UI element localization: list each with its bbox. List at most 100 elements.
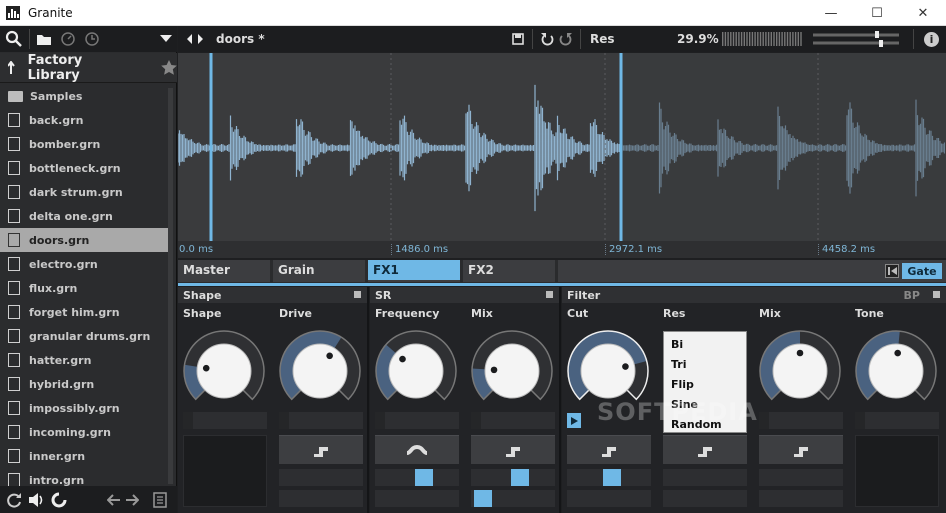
file-item[interactable]: hybrid.grn bbox=[0, 372, 170, 396]
refresh-icon[interactable] bbox=[5, 491, 23, 509]
slider-handle[interactable] bbox=[603, 469, 621, 486]
drive-knob[interactable] bbox=[278, 329, 362, 413]
slider-handle[interactable] bbox=[474, 490, 492, 507]
save-icon[interactable] bbox=[512, 33, 524, 45]
dropdown-option-flip[interactable]: Flip bbox=[664, 374, 746, 394]
step-shape-button[interactable] bbox=[663, 435, 747, 464]
file-label: impossibly.grn bbox=[29, 401, 120, 415]
file-item[interactable]: inner.grn bbox=[0, 444, 170, 468]
waveform[interactable] bbox=[178, 53, 946, 243]
mod-amount-slider[interactable] bbox=[279, 490, 363, 507]
library-header[interactable]: Factory Library bbox=[0, 53, 177, 83]
file-item[interactable]: granular drums.grn bbox=[0, 324, 170, 348]
close-button[interactable]: ✕ bbox=[900, 0, 946, 26]
previous-arrow-icon[interactable] bbox=[107, 493, 121, 506]
mod-play-icon[interactable] bbox=[567, 413, 581, 428]
step-shape-button[interactable] bbox=[567, 435, 651, 464]
mod-amount-slider[interactable] bbox=[375, 490, 459, 507]
dropdown-option-tri[interactable]: Tri bbox=[664, 354, 746, 374]
mod-amount-slider[interactable] bbox=[759, 490, 843, 507]
file-label: forget him.grn bbox=[29, 305, 120, 319]
folder-item-samples[interactable]: Samples bbox=[0, 84, 170, 108]
mod-slot[interactable] bbox=[375, 412, 459, 429]
file-item[interactable]: forget him.grn bbox=[0, 300, 170, 324]
shape-knob[interactable] bbox=[182, 329, 266, 413]
res-label[interactable]: Res bbox=[590, 32, 615, 46]
dropdown-option-bi[interactable]: Bi bbox=[664, 334, 746, 354]
sr-mix-mod-slider[interactable] bbox=[471, 469, 555, 486]
notes-icon[interactable] bbox=[153, 491, 167, 508]
file-item[interactable]: electro.grn bbox=[0, 252, 170, 276]
gate-toggle[interactable]: Gate bbox=[902, 263, 942, 279]
panel-enable-toggle[interactable] bbox=[354, 291, 361, 298]
panel-enable-toggle[interactable] bbox=[933, 291, 940, 298]
slider-handle[interactable] bbox=[415, 469, 433, 486]
sine-shape-button[interactable] bbox=[375, 435, 459, 464]
info-icon[interactable]: i bbox=[924, 31, 939, 47]
file-label: inner.grn bbox=[29, 449, 86, 463]
preset-name[interactable]: doors * bbox=[216, 32, 265, 46]
clock-icon[interactable] bbox=[60, 31, 76, 47]
file-list-scrollbar[interactable] bbox=[168, 88, 173, 484]
tone-knob[interactable] bbox=[854, 329, 938, 413]
step-shape-button[interactable] bbox=[471, 435, 555, 464]
minimize-button[interactable]: — bbox=[808, 0, 854, 26]
mod-amount-slider[interactable] bbox=[663, 469, 747, 486]
frequency-mod-slider[interactable] bbox=[375, 469, 459, 486]
file-item[interactable]: doors.grn bbox=[0, 228, 170, 252]
file-icon bbox=[8, 425, 20, 439]
mod-slot[interactable] bbox=[471, 412, 555, 429]
file-item[interactable]: incoming.grn bbox=[0, 420, 170, 444]
file-item[interactable]: flux.grn bbox=[0, 276, 170, 300]
mod-slot[interactable] bbox=[759, 412, 843, 429]
preset-prev-next-icon[interactable] bbox=[186, 33, 204, 45]
tab-grain[interactable]: Grain bbox=[273, 260, 365, 282]
sr-mix-knob[interactable] bbox=[470, 329, 554, 413]
maximize-button[interactable]: ☐ bbox=[854, 0, 900, 26]
redo-icon[interactable] bbox=[559, 32, 573, 46]
panel-enable-toggle[interactable] bbox=[546, 291, 553, 298]
file-item[interactable]: delta one.grn bbox=[0, 204, 170, 228]
undo-icon[interactable] bbox=[540, 32, 554, 46]
file-item[interactable]: back.grn bbox=[0, 108, 170, 132]
tab-fx2[interactable]: FX2 bbox=[463, 260, 555, 282]
loading-arc-icon[interactable] bbox=[51, 492, 67, 508]
tab-fx1[interactable]: FX1 bbox=[368, 260, 460, 282]
menu-chevron-down-icon[interactable] bbox=[160, 35, 172, 43]
file-item[interactable]: intro.grn bbox=[0, 468, 170, 488]
file-icon bbox=[8, 113, 20, 127]
volume-slider[interactable] bbox=[811, 29, 901, 49]
next-arrow-icon[interactable] bbox=[125, 493, 139, 506]
frequency-knob[interactable] bbox=[374, 329, 458, 413]
star-icon[interactable] bbox=[161, 60, 177, 75]
filter-mode[interactable]: BP bbox=[904, 289, 920, 302]
preset-toolbar: doors * Res 29.9% i bbox=[178, 26, 946, 52]
mod-slot[interactable] bbox=[279, 412, 363, 429]
mod-slot[interactable] bbox=[855, 412, 939, 429]
cut-mod-slider[interactable] bbox=[567, 469, 651, 486]
file-label: electro.grn bbox=[29, 257, 98, 271]
file-item[interactable]: hatter.grn bbox=[0, 348, 170, 372]
speaker-icon[interactable] bbox=[28, 492, 46, 508]
tab-master[interactable]: Master bbox=[178, 260, 270, 282]
mod-amount-slider[interactable] bbox=[279, 469, 363, 486]
search-icon[interactable] bbox=[5, 30, 23, 48]
waveform-display[interactable] bbox=[178, 53, 946, 258]
folder-icon[interactable] bbox=[36, 32, 52, 46]
file-item[interactable]: impossibly.grn bbox=[0, 396, 170, 420]
file-item[interactable]: bottleneck.grn bbox=[0, 156, 170, 180]
skip-start-icon[interactable] bbox=[885, 264, 899, 278]
sr-mix-mod-slider-2[interactable] bbox=[471, 490, 555, 507]
up-arrow-icon[interactable] bbox=[8, 60, 20, 75]
step-shape-button[interactable] bbox=[759, 435, 843, 464]
file-item[interactable]: dark strum.grn bbox=[0, 180, 170, 204]
step-shape-button[interactable] bbox=[279, 435, 363, 464]
slider-handle[interactable] bbox=[511, 469, 529, 486]
filter-mix-knob[interactable] bbox=[758, 329, 842, 413]
history-icon[interactable] bbox=[84, 31, 100, 47]
mod-amount-slider[interactable] bbox=[663, 490, 747, 507]
mod-amount-slider[interactable] bbox=[567, 490, 651, 507]
file-item[interactable]: bomber.grn bbox=[0, 132, 170, 156]
mod-amount-slider[interactable] bbox=[759, 469, 843, 486]
mod-slot[interactable] bbox=[183, 412, 267, 429]
